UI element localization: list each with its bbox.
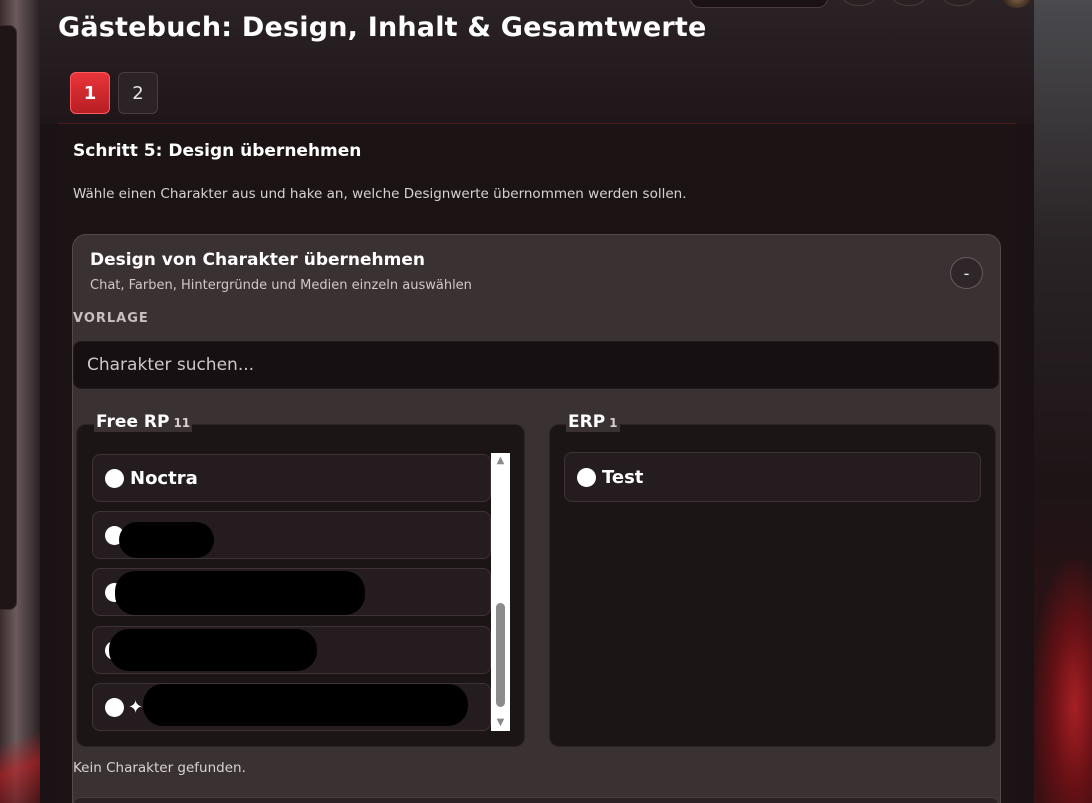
character-item-test[interactable]: Test xyxy=(564,452,981,502)
step-button-1[interactable]: 1 xyxy=(70,72,110,114)
radio-button[interactable] xyxy=(577,467,596,487)
list-scrollbar[interactable]: ▲ ▼ xyxy=(491,453,510,731)
step-button-2[interactable]: 2 xyxy=(118,72,158,114)
group-label-erp: ERP 1 xyxy=(566,412,620,432)
topbar-search[interactable] xyxy=(690,0,828,8)
redacted-name xyxy=(115,571,365,615)
character-item[interactable] xyxy=(92,568,491,616)
group-count: 1 xyxy=(609,416,618,430)
page-title: Gästebuch: Design, Inhalt & Gesamtwerte xyxy=(58,12,707,43)
group-label-free-rp: Free RP 11 xyxy=(94,412,193,432)
character-item[interactable] xyxy=(92,511,491,559)
card-subtitle: Chat, Farben, Hintergründe und Medien ei… xyxy=(90,278,472,293)
background-glow-left xyxy=(0,713,40,803)
character-name: Test xyxy=(602,466,644,488)
character-name: ✦ xyxy=(128,696,144,718)
scroll-up-arrow[interactable]: ▲ xyxy=(491,453,510,469)
step-heading: Schritt 5: Design übernehmen xyxy=(73,141,362,161)
character-search-input[interactable] xyxy=(73,341,999,389)
empty-message: Kein Charakter gefunden. xyxy=(73,760,246,776)
group-name: Free RP xyxy=(96,412,170,432)
character-name: Noctra xyxy=(130,467,198,489)
group-name: ERP xyxy=(568,412,606,432)
character-item-noctra[interactable]: Noctra xyxy=(92,454,491,502)
template-label: VORLAGE xyxy=(73,311,149,326)
side-panel xyxy=(0,25,17,610)
collapse-button[interactable]: - xyxy=(950,257,983,289)
step-navigation: 1 2 xyxy=(70,72,158,114)
redacted-name xyxy=(109,629,317,671)
card-title: Design von Charakter übernehmen xyxy=(90,250,425,270)
radio-button[interactable] xyxy=(105,697,124,717)
next-section[interactable] xyxy=(73,797,999,803)
character-item[interactable] xyxy=(92,626,491,674)
scroll-down-arrow[interactable]: ▼ xyxy=(491,715,510,731)
step-description: Wähle einen Charakter aus und hake an, w… xyxy=(73,186,687,202)
character-item[interactable]: ✦ xyxy=(92,683,491,731)
redacted-name xyxy=(119,522,214,558)
radio-button[interactable] xyxy=(105,468,124,488)
redacted-name xyxy=(143,684,468,726)
background-glow-right xyxy=(1034,560,1092,803)
group-count: 11 xyxy=(173,416,191,430)
scroll-thumb[interactable] xyxy=(496,603,505,707)
